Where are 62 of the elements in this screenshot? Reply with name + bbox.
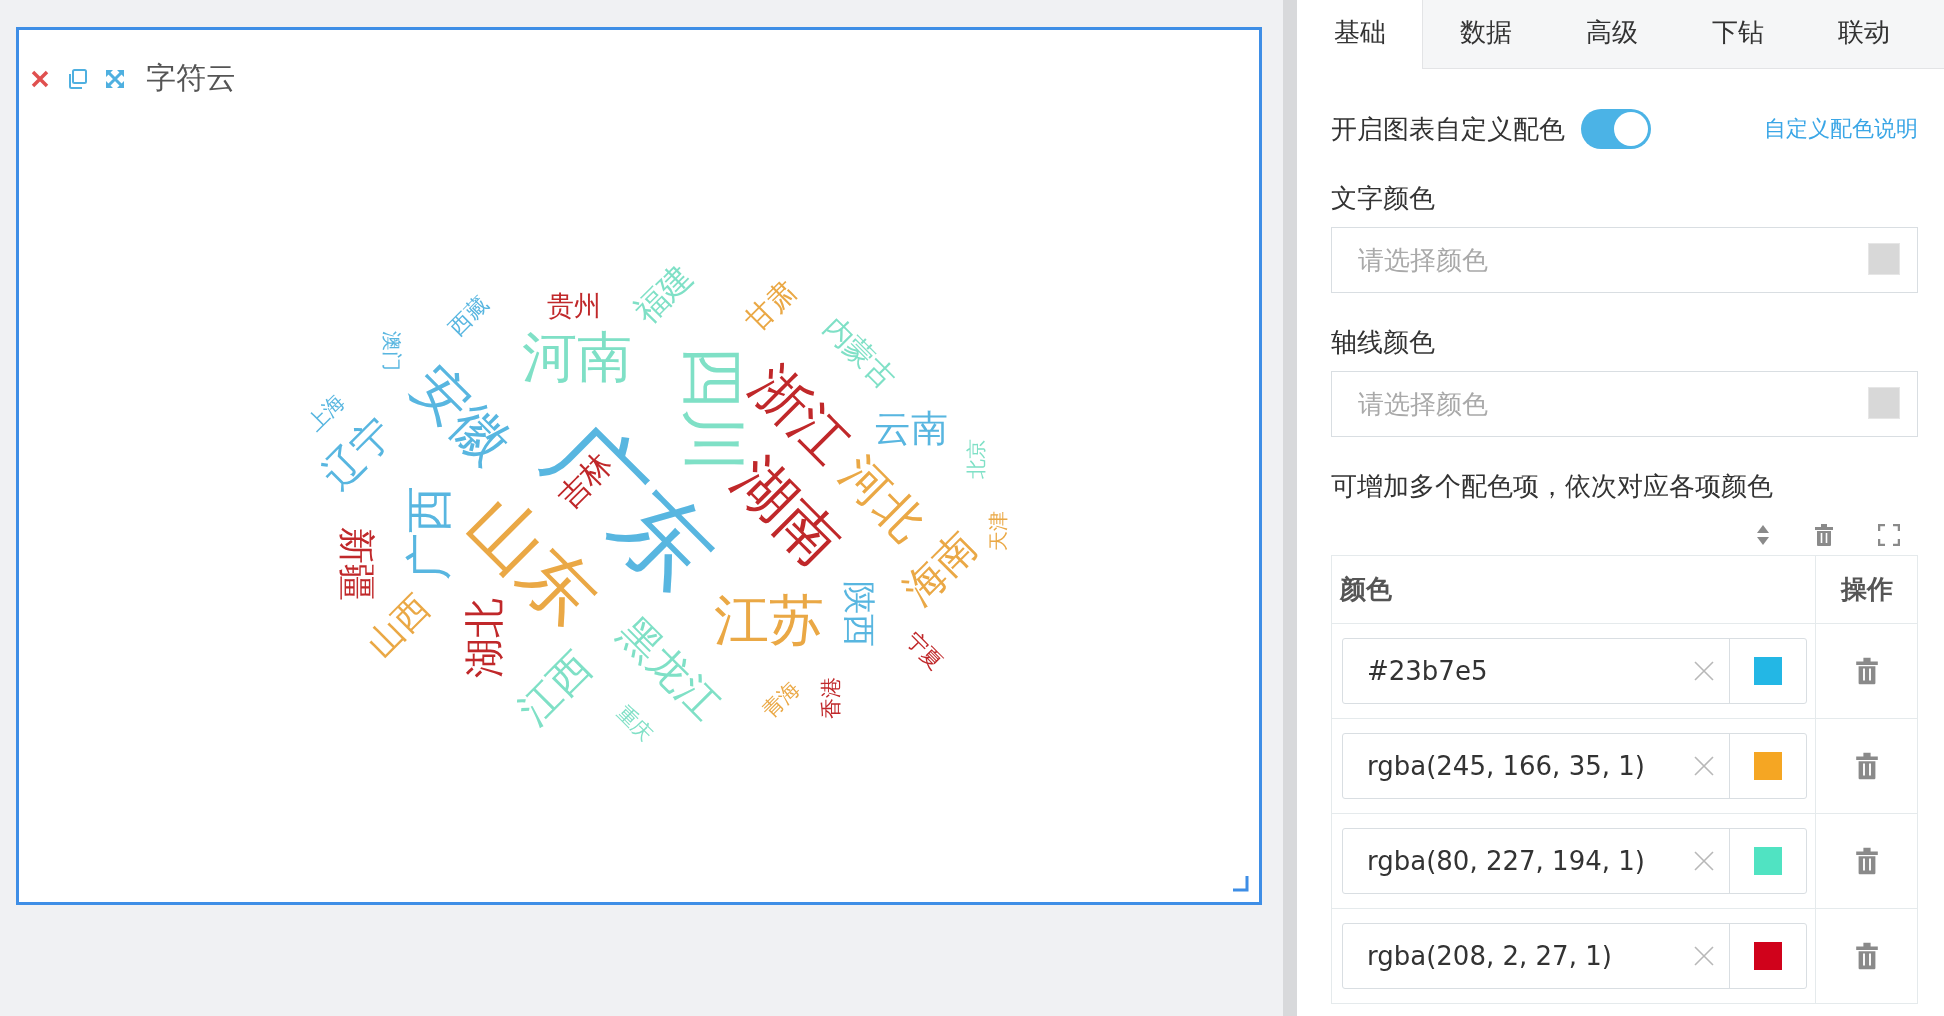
sort-icon[interactable] bbox=[1756, 524, 1770, 546]
column-header: 颜色 bbox=[1332, 556, 1816, 623]
color-swatch[interactable] bbox=[1754, 752, 1782, 780]
cloud-word: 安徽 bbox=[402, 357, 520, 474]
color-picker-icon[interactable] bbox=[1868, 243, 1900, 275]
axis-color-label: 轴线颜色 bbox=[1331, 326, 1436, 359]
cloud-word: 江西 bbox=[511, 644, 599, 732]
copy-icon[interactable] bbox=[66, 67, 88, 90]
color-value-field[interactable]: rgba(245, 166, 35, 1) bbox=[1342, 733, 1807, 799]
settings-tab[interactable]: 联动 bbox=[1801, 0, 1927, 68]
cloud-word: 内蒙古 bbox=[818, 312, 901, 395]
cloud-word: 陕西 bbox=[842, 580, 876, 647]
color-value-field[interactable]: rgba(80, 227, 194, 1) bbox=[1342, 828, 1807, 894]
cloud-word: 河南 bbox=[521, 329, 632, 385]
clear-icon[interactable] bbox=[1693, 755, 1715, 777]
close-icon[interactable] bbox=[30, 68, 50, 89]
cloud-word: 天津 bbox=[988, 510, 1009, 551]
cloud-word: 重庆 bbox=[613, 701, 656, 744]
fullscreen-icon[interactable] bbox=[1878, 524, 1900, 546]
cloud-word: 江苏 bbox=[713, 592, 824, 648]
color-swatch[interactable] bbox=[1754, 847, 1782, 875]
cloud-word: 香港 bbox=[820, 677, 842, 719]
palette-hint: 可增加多个配色项，依次对应各项颜色 bbox=[1331, 470, 1774, 503]
color-picker-icon[interactable] bbox=[1868, 387, 1900, 419]
cloud-word: 宁夏 bbox=[901, 628, 946, 674]
axis-color-field[interactable]: 请选择颜色 bbox=[1331, 371, 1918, 437]
cloud-word: 湖北 bbox=[463, 598, 504, 679]
resize-handle-icon[interactable] bbox=[1233, 876, 1249, 892]
settings-tab[interactable]: 数据 bbox=[1423, 0, 1549, 68]
clear-icon[interactable] bbox=[1693, 660, 1715, 682]
cloud-word: 新疆 bbox=[337, 527, 375, 602]
cloud-word: 北京 bbox=[965, 438, 986, 479]
chart-title: 字符云 bbox=[146, 59, 236, 97]
settings-tab[interactable]: 基础 bbox=[1297, 0, 1423, 69]
color-swatch[interactable] bbox=[1754, 942, 1782, 970]
column-header: 操作 bbox=[1839, 573, 1894, 606]
delete-icon[interactable] bbox=[1854, 657, 1879, 685]
cloud-word: 上海 bbox=[303, 390, 349, 436]
expand-icon[interactable] bbox=[104, 67, 126, 90]
cloud-word: 甘肃 bbox=[740, 275, 802, 337]
clear-icon[interactable] bbox=[1693, 945, 1715, 967]
text-color-field[interactable]: 请选择颜色 bbox=[1331, 227, 1918, 293]
custom-colors-label: 开启图表自定义配色 bbox=[1331, 112, 1565, 146]
cloud-word: 广西 bbox=[404, 486, 452, 581]
delete-icon[interactable] bbox=[1854, 942, 1879, 970]
cloud-word: 云南 bbox=[874, 409, 949, 447]
settings-tab[interactable]: 高级 bbox=[1549, 0, 1675, 68]
color-value-field[interactable]: rgba(208, 2, 27, 1) bbox=[1342, 923, 1807, 989]
cloud-word: 福建 bbox=[628, 258, 699, 329]
color-value-field[interactable]: #23b7e5 bbox=[1342, 638, 1807, 704]
toggle-switch[interactable] bbox=[1581, 109, 1651, 149]
text-color-label: 文字颜色 bbox=[1331, 182, 1436, 215]
delete-icon[interactable] bbox=[1854, 847, 1879, 875]
color-swatch[interactable] bbox=[1754, 657, 1782, 685]
trash-icon[interactable] bbox=[1814, 524, 1834, 546]
cloud-word: 西藏 bbox=[445, 292, 492, 340]
clear-icon[interactable] bbox=[1693, 850, 1715, 872]
settings-tab[interactable]: 下钻 bbox=[1675, 0, 1801, 68]
cloud-word: 澳门 bbox=[381, 330, 402, 371]
delete-icon[interactable] bbox=[1854, 752, 1879, 780]
cloud-word: 青海 bbox=[758, 678, 804, 723]
cloud-word: 贵州 bbox=[547, 291, 601, 319]
